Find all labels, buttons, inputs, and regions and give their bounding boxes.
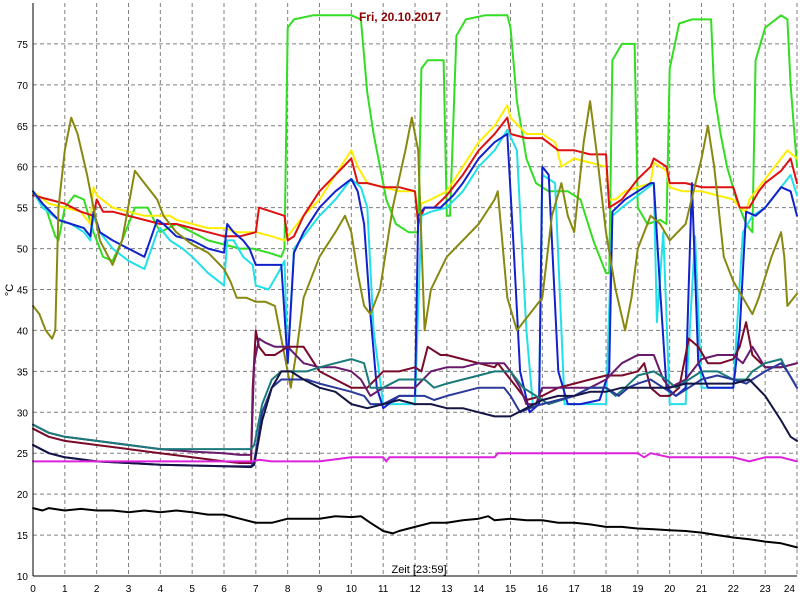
y-tick-label-20: 20 bbox=[17, 490, 29, 501]
y-tick-label-15: 15 bbox=[17, 531, 29, 542]
chart-background bbox=[0, 0, 800, 600]
y-tick-label-65: 65 bbox=[17, 122, 29, 133]
y-tick-label-35: 35 bbox=[17, 367, 29, 378]
y-axis-label: °C bbox=[4, 284, 16, 296]
chart-title: Fri, 20.10.2017 bbox=[359, 10, 441, 24]
x-tick-label-4: 4 bbox=[158, 584, 164, 595]
y-tick-label-45: 45 bbox=[17, 286, 29, 297]
x-tick-label-12: 12 bbox=[409, 584, 421, 595]
y-tick-label-55: 55 bbox=[17, 204, 29, 215]
x-tick-label-8: 8 bbox=[285, 584, 291, 595]
x-tick-label-10: 10 bbox=[346, 584, 358, 595]
y-tick-label-10: 10 bbox=[17, 572, 29, 583]
x-tick-label-23: 23 bbox=[760, 584, 772, 595]
x-tick-label-5: 5 bbox=[189, 584, 195, 595]
y-tick-label-50: 50 bbox=[17, 245, 29, 256]
x-tick-label-22: 22 bbox=[728, 584, 740, 595]
x-tick-label-20: 20 bbox=[664, 584, 676, 595]
x-tick-label-14: 14 bbox=[473, 584, 485, 595]
x-tick-label-16: 16 bbox=[537, 584, 549, 595]
x-tick-label-24: 24 bbox=[784, 584, 796, 595]
line-chart: 1015202530354045505560657075 01234567891… bbox=[0, 0, 800, 600]
x-tick-label-3: 3 bbox=[126, 584, 132, 595]
x-tick-label-18: 18 bbox=[600, 584, 612, 595]
y-tick-label-75: 75 bbox=[17, 40, 29, 51]
x-tick-label-2: 2 bbox=[94, 584, 100, 595]
y-tick-label-70: 70 bbox=[17, 81, 29, 92]
x-tick-label-6: 6 bbox=[221, 584, 227, 595]
x-tick-label-17: 17 bbox=[569, 584, 581, 595]
x-tick-label-19: 19 bbox=[632, 584, 644, 595]
x-axis-label: Zeit [23:59] bbox=[391, 564, 446, 576]
x-tick-label-1: 1 bbox=[62, 584, 68, 595]
x-tick-label-7: 7 bbox=[253, 584, 259, 595]
y-tick-label-30: 30 bbox=[17, 408, 29, 419]
x-tick-label-11: 11 bbox=[378, 584, 389, 595]
y-tick-label-25: 25 bbox=[17, 449, 29, 460]
x-tick-label-13: 13 bbox=[441, 584, 453, 595]
y-tick-label-40: 40 bbox=[17, 326, 29, 337]
x-tick-label-0: 0 bbox=[30, 584, 36, 595]
y-tick-label-60: 60 bbox=[17, 163, 29, 174]
x-tick-label-21: 21 bbox=[696, 584, 708, 595]
x-tick-label-15: 15 bbox=[505, 584, 517, 595]
x-tick-label-9: 9 bbox=[317, 584, 323, 595]
